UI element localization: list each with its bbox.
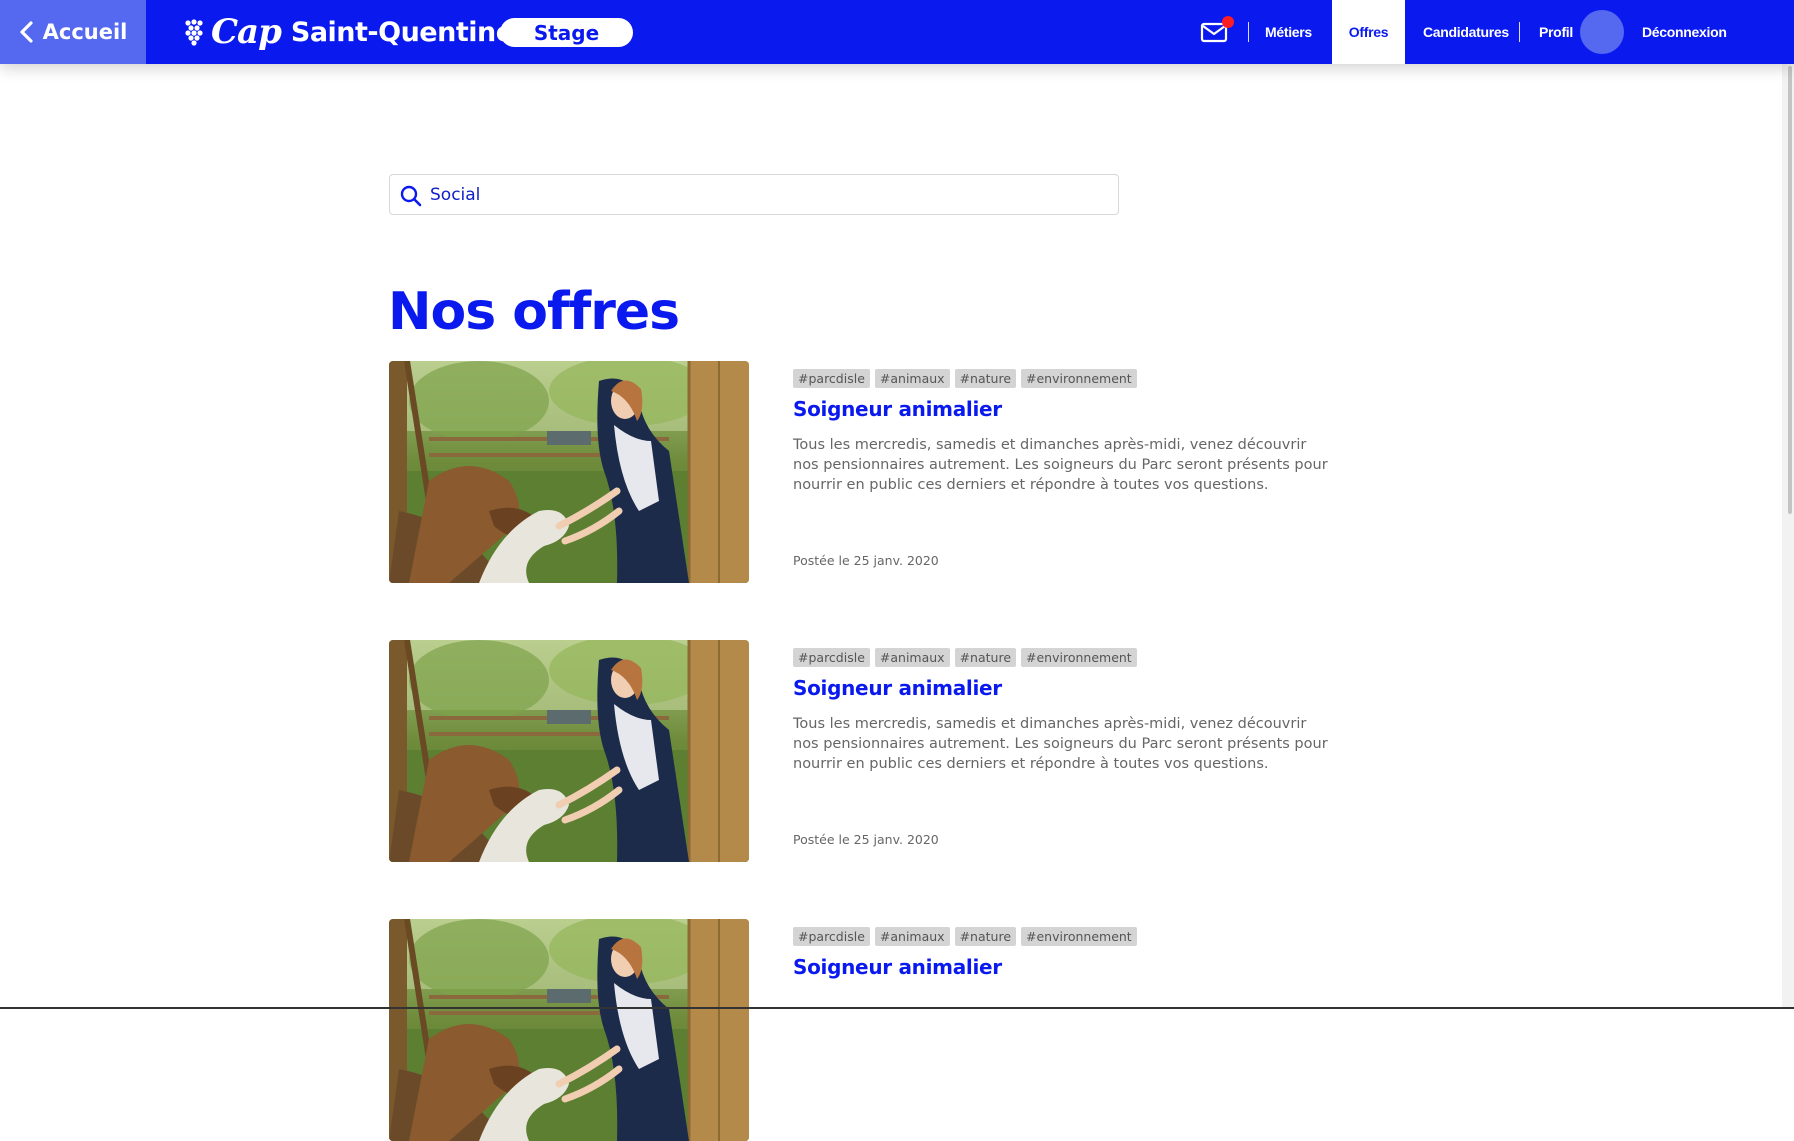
offer-image[interactable] [389,640,749,862]
search-icon [400,185,422,207]
nav-profil[interactable]: Profil [1539,0,1573,64]
offer-title[interactable]: Soigneur animalier [793,955,1002,979]
offer-photo [389,361,749,583]
offer-photo [389,919,749,1141]
offer-tag[interactable]: #parcdisle [793,648,870,667]
top-navbar: Accueil Cap Saint-Quentinois Stage Métie… [0,0,1794,64]
logo-cap-text: Cap [211,12,282,52]
nav-offres[interactable]: Offres [1332,0,1405,64]
nav-divider [1519,22,1520,42]
offer-tags: #parcdisle #animaux #nature #environnement [793,648,1137,667]
nav-divider [1248,22,1249,42]
site-logo[interactable]: Cap Saint-Quentinois [183,0,539,64]
offer-tags: #parcdisle #animaux #nature #environnement [793,927,1137,946]
offer-image[interactable] [389,361,749,583]
offer-tag[interactable]: #nature [954,648,1017,667]
offer-tag[interactable]: #nature [954,927,1017,946]
chevron-left-icon [20,21,33,43]
offer-tag[interactable]: #animaux [874,648,950,667]
offer-tag[interactable]: #environnement [1021,369,1137,388]
offer-tag[interactable]: #nature [954,369,1017,388]
notification-dot [1222,16,1234,28]
back-home-label: Accueil [42,20,128,44]
offer-tag[interactable]: #environnement [1021,648,1137,667]
nav-metiers[interactable]: Métiers [1265,0,1312,64]
avatar[interactable] [1580,10,1624,54]
offer-title[interactable]: Soigneur animalier [793,397,1002,421]
offer-photo [389,640,749,862]
main-nav: Métiers Offres Candidatures Profil Décon… [1190,0,1794,64]
offer-tag[interactable]: #environnement [1021,927,1137,946]
offer-tag[interactable]: #animaux [874,927,950,946]
page-title: Nos offres [388,282,680,342]
scrollbar-thumb[interactable] [1788,66,1792,514]
offer-date: Postée le 25 janv. 2020 [793,553,939,568]
offer-tag[interactable]: #parcdisle [793,369,870,388]
scrollbar[interactable] [1782,0,1794,1009]
nav-deconnexion[interactable]: Déconnexion [1642,0,1727,64]
offer-tags: #parcdisle #animaux #nature #environnement [793,369,1137,388]
offer-card[interactable]: #parcdisle #animaux #nature #environnement … [389,919,1289,1141]
search-bar [389,174,1119,215]
grapes-icon [185,19,203,46]
offer-tag[interactable]: #animaux [874,369,950,388]
nav-candidatures[interactable]: Candidatures [1423,0,1509,64]
offer-tag[interactable]: #parcdisle [793,927,870,946]
back-home-button[interactable]: Accueil [0,0,146,64]
offer-card[interactable]: #parcdisle #animaux #nature #environnement … [389,640,1328,862]
stage-badge: Stage [500,18,633,47]
offer-image[interactable] [389,919,749,1141]
mail-button[interactable] [1200,16,1234,44]
offer-description: Tous les mercredis, samedis et dimanches… [793,437,1328,493]
search-input[interactable] [430,175,1100,214]
offer-description: Tous les mercredis, samedis et dimanches… [793,716,1328,772]
offer-card[interactable]: #parcdisle #animaux #nature #environnement … [389,361,1328,583]
offer-date: Postée le 25 janv. 2020 [793,832,939,847]
offer-title[interactable]: Soigneur animalier [793,676,1002,700]
